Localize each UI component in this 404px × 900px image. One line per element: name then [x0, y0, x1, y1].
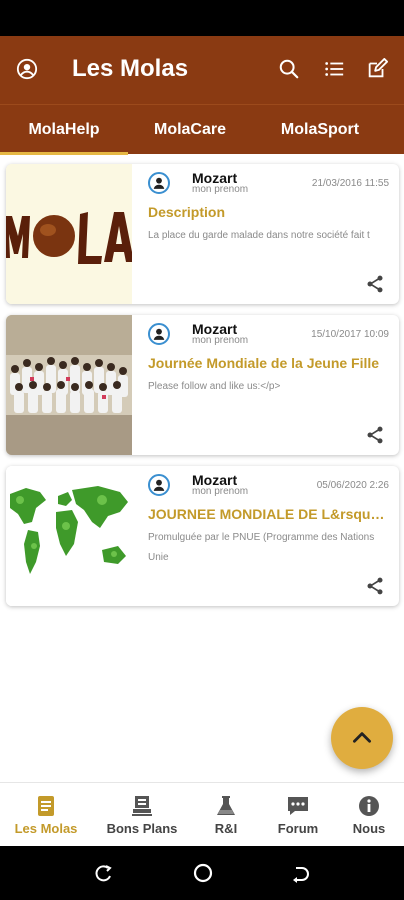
mola-logo-image — [6, 164, 132, 304]
user-icon — [153, 177, 165, 189]
avatar — [148, 172, 170, 194]
tab-indicator — [0, 152, 128, 155]
post-date: 05/06/2020 2:26 — [316, 480, 389, 491]
post-title: Description — [148, 204, 226, 220]
account-icon[interactable] — [14, 56, 40, 82]
app-screen: Les Molas MolaHelp MolaCare MolaSport Mo… — [0, 0, 404, 900]
bottom-navigation: Les Molas Bons Plans R&I Forum Nous — [0, 782, 404, 846]
post-title: Journée Mondiale de la Jeune Fille — [148, 355, 380, 371]
post-thumbnail — [6, 466, 132, 606]
post-subname: mon prenom — [192, 335, 249, 346]
user-icon — [153, 479, 165, 491]
nav-item-les-molas[interactable]: Les Molas — [0, 783, 92, 847]
post-date: 15/10/2017 10:09 — [311, 329, 389, 340]
post-excerpt: Promulguée par le PNUE (Programme des Na… — [148, 532, 375, 563]
nav-label: Les Molas — [14, 820, 78, 836]
app-title: Les Molas — [72, 55, 189, 82]
avatar — [148, 474, 170, 496]
nav-label: Nous — [352, 820, 386, 836]
chat-icon — [288, 796, 308, 815]
app-bar: Les Molas — [0, 36, 404, 104]
post-card[interactable]: Mozart mon prenom 05/06/2020 2:26 JOURNE… — [6, 466, 399, 606]
post-card[interactable]: Mozart mon prenom 21/03/2016 11:55 Descr… — [6, 164, 399, 304]
home-icon[interactable] — [192, 862, 214, 884]
system-navigation-bar — [0, 846, 404, 900]
tab-molacare[interactable]: MolaCare — [128, 105, 252, 155]
chevron-up-icon — [353, 732, 371, 743]
world-map-image — [6, 466, 132, 606]
scroll-top-button[interactable] — [331, 707, 393, 769]
avatar — [148, 323, 170, 345]
edit-icon[interactable] — [364, 56, 390, 82]
tab-molasport[interactable]: MolaSport — [252, 105, 388, 155]
post-date: 21/03/2016 11:55 — [311, 178, 389, 189]
share-icon[interactable] — [365, 576, 385, 596]
user-icon — [153, 328, 165, 340]
nav-item-nous[interactable]: Nous — [336, 783, 402, 847]
status-bar — [0, 0, 404, 36]
post-subname: mon prenom — [192, 184, 249, 195]
back-icon[interactable] — [290, 864, 310, 884]
nav-item-forum[interactable]: Forum — [260, 783, 336, 847]
nav-label: Forum — [277, 820, 319, 836]
post-thumbnail — [6, 315, 132, 455]
share-icon[interactable] — [365, 274, 385, 294]
stamp-icon — [132, 795, 152, 816]
flask-icon — [217, 795, 235, 815]
post-thumbnail — [6, 164, 132, 304]
tab-molahelp[interactable]: MolaHelp — [0, 105, 128, 155]
nav-item-r-and-i[interactable]: R&I — [192, 783, 260, 847]
post-title: JOURNEE MONDIALE DE L&rsquo;... — [148, 506, 392, 522]
document-icon — [38, 795, 54, 816]
info-icon — [359, 795, 379, 816]
post-excerpt: Please follow and like us:</p> — [148, 381, 281, 392]
nav-item-bons-plans[interactable]: Bons Plans — [92, 783, 192, 847]
post-subname: mon prenom — [192, 486, 249, 497]
tab-bar: MolaHelp MolaCare MolaSport — [0, 104, 404, 155]
search-icon[interactable] — [276, 56, 302, 82]
nav-label: R&I — [214, 820, 238, 836]
recent-apps-icon[interactable] — [94, 864, 114, 884]
list-icon[interactable] — [321, 56, 347, 82]
share-icon[interactable] — [365, 425, 385, 445]
post-excerpt: La place du garde malade dans notre soci… — [148, 230, 370, 241]
post-card[interactable]: Mozart mon prenom 15/10/2017 10:09 Journ… — [6, 315, 399, 455]
group-photo-image — [6, 315, 132, 455]
nav-label: Bons Plans — [106, 820, 178, 836]
